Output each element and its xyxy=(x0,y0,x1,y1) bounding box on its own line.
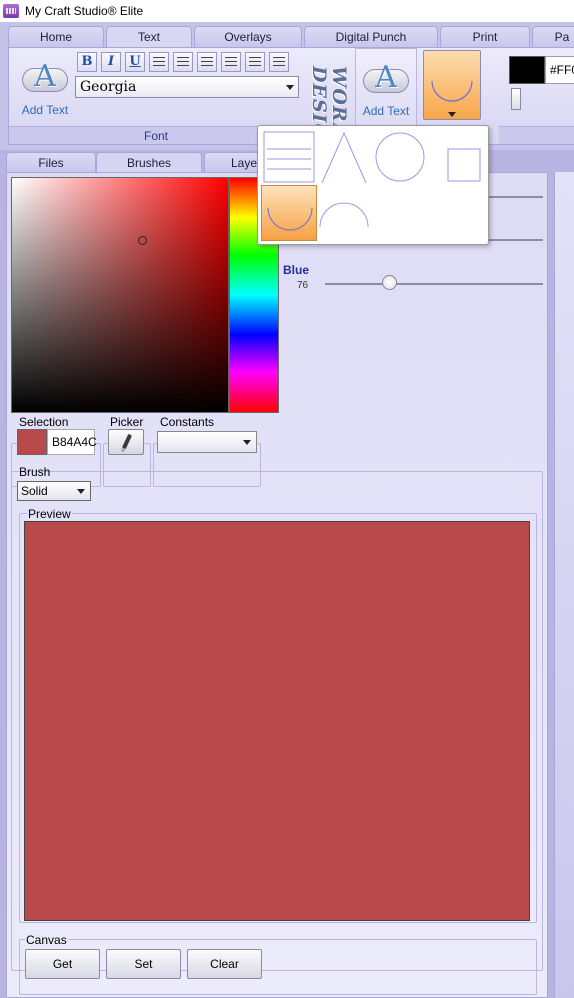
add-text-label: Add Text xyxy=(21,103,69,117)
triangle-shape-icon[interactable] xyxy=(316,129,372,185)
side-pane: Files Brushes Laye Blue 76 Selection B84… xyxy=(0,150,574,998)
tab-print[interactable]: Print xyxy=(440,26,530,47)
add-text-icon-2: A xyxy=(363,60,409,95)
constants-label: Constants xyxy=(160,415,215,429)
text-color-hex[interactable]: #FF00 xyxy=(545,56,574,84)
square-shape-icon[interactable] xyxy=(436,129,492,185)
shape-gallery-popup xyxy=(257,125,489,245)
tab-files[interactable]: Files xyxy=(6,152,96,173)
arch-shape-icon[interactable] xyxy=(316,185,372,241)
tab-pa[interactable]: Pa xyxy=(532,26,574,47)
font-family-value: Georgia xyxy=(80,79,137,95)
chevron-down-icon xyxy=(77,489,85,494)
color-picker-cursor[interactable] xyxy=(138,236,147,245)
bullet-list-button[interactable] xyxy=(149,52,169,72)
tab-digital-punch[interactable]: Digital Punch xyxy=(304,26,438,47)
add-text-button-2[interactable]: A Add Text xyxy=(360,60,412,118)
brushes-panel: Blue 76 Selection B84A4C Picker Constant… xyxy=(6,172,548,998)
chevron-down-icon xyxy=(286,85,294,90)
opacity-slider[interactable] xyxy=(509,88,574,112)
opacity-slider-thumb[interactable] xyxy=(511,88,521,110)
justify-button[interactable] xyxy=(269,52,289,72)
constants-select[interactable] xyxy=(157,431,257,453)
blue-slider[interactable] xyxy=(325,283,543,285)
brush-type-select[interactable]: Solid xyxy=(17,481,91,501)
blue-value: 76 xyxy=(297,280,309,291)
align-center-button[interactable] xyxy=(221,52,241,72)
align-left-button[interactable] xyxy=(197,52,217,72)
circle-shape-icon[interactable] xyxy=(372,129,428,185)
canvas-get-button[interactable]: Get xyxy=(25,949,100,979)
text-color-swatch[interactable] xyxy=(509,56,545,84)
add-text-icon: A xyxy=(22,59,68,94)
tab-overlays[interactable]: Overlays xyxy=(194,26,302,47)
app-title: My Craft Studio® Elite xyxy=(25,4,144,18)
bowl-shape-icon xyxy=(431,80,473,102)
picker-label: Picker xyxy=(110,415,144,429)
canvas-clear-button[interactable]: Clear xyxy=(187,949,262,979)
add-text-button[interactable]: A Add Text xyxy=(19,59,71,117)
add-text-label-2: Add Text xyxy=(362,104,410,118)
tab-home[interactable]: Home xyxy=(8,26,104,47)
brush-type-value: Solid xyxy=(21,484,48,498)
chevron-down-icon xyxy=(243,440,251,445)
selection-hex[interactable]: B84A4C xyxy=(47,429,97,455)
brush-label: Brush xyxy=(19,465,51,479)
canvas-set-button[interactable]: Set xyxy=(106,949,181,979)
numbered-list-button[interactable] xyxy=(173,52,193,72)
bowl-shape-icon[interactable] xyxy=(261,185,317,241)
italic-button[interactable]: I xyxy=(101,52,121,72)
bold-button[interactable]: B xyxy=(77,52,97,72)
saturation-value-picker[interactable] xyxy=(11,177,229,413)
shape-gallery-button[interactable] xyxy=(423,50,481,120)
ribbon-tabs: Home Text Overlays Digital Punch Print P… xyxy=(0,26,574,48)
app-icon xyxy=(3,4,19,18)
right-pane-strip xyxy=(554,172,574,998)
align-right-button[interactable] xyxy=(245,52,265,72)
underline-button[interactable]: U xyxy=(125,52,145,72)
font-family-select[interactable]: Georgia xyxy=(75,76,299,98)
eyedropper-icon[interactable] xyxy=(108,429,144,455)
tab-text[interactable]: Text xyxy=(106,26,192,48)
tab-brushes[interactable]: Brushes xyxy=(96,152,202,173)
selection-label: Selection xyxy=(19,415,69,429)
brush-preview xyxy=(24,521,530,921)
preview-label: Preview xyxy=(27,507,72,521)
canvas-label: Canvas xyxy=(25,933,68,947)
color-group-label xyxy=(499,126,574,144)
blue-slider-thumb[interactable] xyxy=(382,275,398,290)
chevron-down-icon xyxy=(448,112,456,117)
selection-color-swatch[interactable] xyxy=(17,429,47,455)
blue-label: Blue xyxy=(283,263,310,277)
lines-shape-icon[interactable] xyxy=(261,129,317,185)
title-bar: My Craft Studio® Elite xyxy=(0,0,574,22)
